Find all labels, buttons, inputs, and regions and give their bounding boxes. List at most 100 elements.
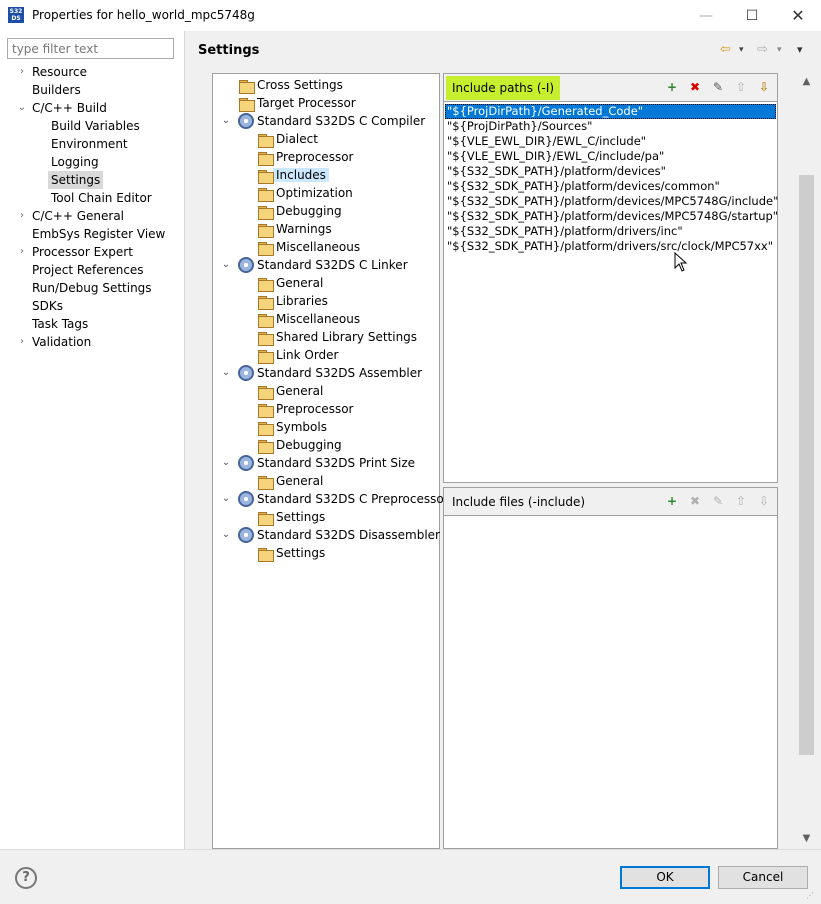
list-item[interactable]: "${S32_SDK_PATH}/platform/drivers/inc" [445,224,776,239]
chevron-right-icon[interactable]: › [16,63,28,81]
chevron-right-icon[interactable]: › [16,333,28,351]
tree-item-label: Miscellaneous [276,312,361,326]
help-icon[interactable]: ? [15,867,37,889]
include-files-header: Include files (-include) + ✖ ✎ ⇧ ⇩ [444,488,777,516]
tree-item-optimization[interactable]: Optimization [258,184,353,202]
tree-item-assembler[interactable]: ⌄ Standard S32DS Assembler [222,364,422,382]
tree-item-assembler-preprocessor[interactable]: Preprocessor [258,400,353,418]
tree-item-includes[interactable]: Includes [258,166,329,184]
back-dropdown-icon[interactable]: ▾ [739,41,744,59]
list-item[interactable]: "${S32_SDK_PATH}/platform/devices" [445,164,776,179]
edit-path-icon[interactable]: ✎ [710,79,726,95]
nav-item-task-tags[interactable]: Task Tags [32,315,88,333]
chevron-down-icon[interactable]: ⌄ [16,99,28,117]
include-paths-label: Include paths (-I) [446,76,561,100]
list-item[interactable]: "${S32_SDK_PATH}/platform/devices/MPC574… [445,194,778,209]
list-item[interactable]: "${VLE_EWL_DIR}/EWL_C/include" [445,134,776,149]
list-item[interactable]: "${S32_SDK_PATH}/platform/devices/common… [445,179,776,194]
tree-item-linker-general[interactable]: General [258,274,323,292]
tree-item-disassembler-settings[interactable]: Settings [258,544,325,562]
tree-item-label: Standard S32DS C Preprocessor [257,492,449,506]
list-item[interactable]: "${VLE_EWL_DIR}/EWL_C/include/pa" [445,149,776,164]
scroll-down-icon[interactable]: ▼ [798,830,815,847]
tree-item-libraries[interactable]: Libraries [258,292,328,310]
list-item[interactable]: "${ProjDirPath}/Generated_Code" [445,104,776,119]
tree-item-compiler-preprocessor[interactable]: Preprocessor [258,148,353,166]
nav-item-settings[interactable]: Settings [48,171,104,189]
chevron-down-icon[interactable]: ⌄ [220,256,232,274]
list-item[interactable]: "${S32_SDK_PATH}/platform/devices/MPC574… [445,209,778,224]
back-arrow-icon[interactable]: ⇦ [720,41,731,59]
tree-item-c-preprocessor[interactable]: ⌄ Standard S32DS C Preprocessor [222,490,449,508]
maximize-button[interactable]: ☐ [729,0,775,31]
tree-item-shared-library-settings[interactable]: Shared Library Settings [258,328,417,346]
chevron-down-icon[interactable]: ⌄ [220,454,232,472]
chevron-right-icon[interactable]: › [16,207,28,225]
chevron-down-icon[interactable]: ⌄ [220,364,232,382]
tree-item-compiler-debugging[interactable]: Debugging [258,202,342,220]
nav-item-sdks[interactable]: SDKs [32,297,63,315]
tree-item-compiler-miscellaneous[interactable]: Miscellaneous [258,238,360,256]
nav-item-cpp-build[interactable]: ⌄ C/C++ Build [18,99,107,117]
chevron-down-icon[interactable]: ⌄ [220,490,232,508]
nav-item-environment[interactable]: Environment [51,135,128,153]
nav-item-tool-chain-editor[interactable]: Tool Chain Editor [51,189,152,207]
tree-item-c-compiler[interactable]: ⌄ Standard S32DS C Compiler [222,112,425,130]
scrollbar-thumb[interactable] [799,175,814,755]
nav-item-project-references[interactable]: Project References [32,261,144,279]
tree-item-cross-settings[interactable]: Cross Settings [239,76,343,94]
filter-input[interactable] [7,38,174,59]
vertical-scrollbar[interactable]: ▲ ▼ [798,73,815,849]
nav-item-cpp-general[interactable]: › C/C++ General [20,207,124,225]
resize-grip-icon[interactable]: ⋰ [806,891,818,903]
folder-icon [257,221,274,238]
folder-icon [257,167,274,184]
nav-item-embsys-register-view[interactable]: EmbSys Register View [32,225,165,243]
tree-item-assembler-debugging[interactable]: Debugging [258,436,342,454]
tree-item-symbols[interactable]: Symbols [258,418,327,436]
chevron-down-icon[interactable]: ⌄ [220,526,232,544]
add-path-icon[interactable]: + [664,79,680,95]
nav-item-validation[interactable]: › Validation [20,333,91,351]
tree-item-c-preprocessor-settings[interactable]: Settings [258,508,325,526]
forward-dropdown-icon[interactable]: ▾ [777,41,782,59]
nav-item-build-variables[interactable]: Build Variables [51,117,140,135]
delete-path-icon[interactable]: ✖ [687,79,703,95]
view-menu-icon[interactable]: ▾ [797,41,803,59]
chevron-right-icon[interactable]: › [16,243,28,261]
nav-item-run-debug-settings[interactable]: Run/Debug Settings [32,279,152,297]
move-up-icon[interactable]: ⇧ [733,79,749,95]
tree-item-dialect[interactable]: Dialect [258,130,318,148]
list-item[interactable]: "${ProjDirPath}/Sources" [445,119,776,134]
ok-button[interactable]: OK [620,866,710,889]
tree-item-print-size[interactable]: ⌄ Standard S32DS Print Size [222,454,415,472]
move-file-down-icon[interactable]: ⇩ [756,493,772,509]
tree-item-linker-miscellaneous[interactable]: Miscellaneous [258,310,361,328]
list-item[interactable]: "${S32_SDK_PATH}/platform/drivers/src/cl… [445,239,776,254]
close-button[interactable]: ✕ [775,0,821,31]
cancel-button[interactable]: Cancel [718,866,808,889]
minimize-button[interactable]: — [683,0,729,31]
move-down-icon[interactable]: ⇩ [756,79,772,95]
chevron-down-icon[interactable]: ⌄ [220,112,232,130]
tree-item-target-processor[interactable]: Target Processor [239,94,356,112]
tree-item-assembler-general[interactable]: General [258,382,323,400]
include-paths-list[interactable]: "${ProjDirPath}/Generated_Code" "${ProjD… [445,104,778,254]
tree-item-print-size-general[interactable]: General [258,472,323,490]
delete-file-icon[interactable]: ✖ [687,493,703,509]
nav-item-label: Logging [51,155,99,169]
tree-item-c-linker[interactable]: ⌄ Standard S32DS C Linker [222,256,408,274]
forward-arrow-icon[interactable]: ⇨ [757,41,768,59]
nav-item-processor-expert[interactable]: › Processor Expert [20,243,133,261]
move-file-up-icon[interactable]: ⇧ [733,493,749,509]
nav-item-logging[interactable]: Logging [51,153,99,171]
add-file-icon[interactable]: + [664,493,680,509]
tree-item-link-order[interactable]: Link Order [258,346,339,364]
nav-item-builders[interactable]: Builders [32,81,81,99]
tree-item-disassembler[interactable]: ⌄ Standard S32DS Disassembler [222,526,440,544]
scroll-up-icon[interactable]: ▲ [798,73,815,90]
tree-item-warnings[interactable]: Warnings [258,220,332,238]
edit-file-icon[interactable]: ✎ [710,493,726,509]
tree-item-label: Dialect [276,132,318,146]
nav-item-resource[interactable]: › Resource [20,63,87,81]
